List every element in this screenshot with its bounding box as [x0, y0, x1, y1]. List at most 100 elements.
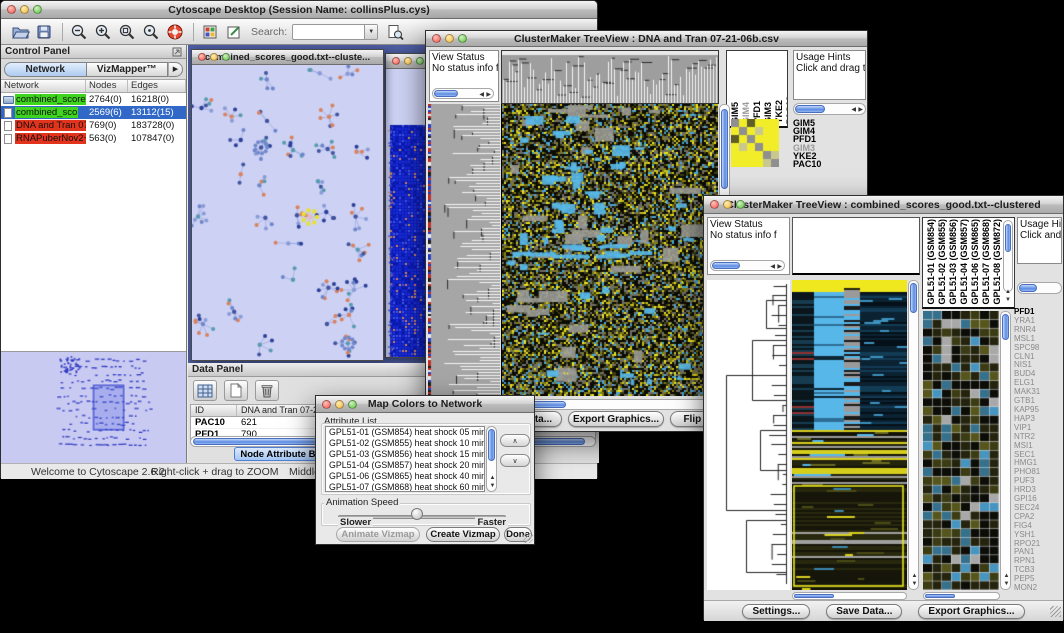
dialog-titlebar[interactable]: Map Colors to Network: [316, 396, 534, 413]
array-label[interactable]: GPL51-04 (GSM857): [959, 219, 969, 305]
arrow-down-icon[interactable]: ▼: [912, 581, 918, 587]
close-icon[interactable]: [392, 57, 400, 65]
close-icon[interactable]: [432, 34, 441, 43]
similarity-matrix-canvas[interactable]: [731, 119, 779, 167]
network1-titlebar[interactable]: combined_scores_good.txt--cluste...: [192, 50, 383, 65]
array-label[interactable]: GPL51-07 (GSM868): [981, 219, 991, 305]
attribute-item[interactable]: GPL51-07 (GSM868) heat shock 60 min: [326, 482, 484, 492]
delete-attribute-button[interactable]: [255, 380, 279, 401]
network-row[interactable]: RNAPuberNov2+| 563(0) 107847(0): [1, 132, 186, 145]
zoom-window-icon[interactable]: [33, 5, 42, 14]
column-gene-label[interactable]: PAC10: [785, 96, 789, 124]
minimize-icon[interactable]: [445, 34, 454, 43]
network-clusters-canvas[interactable]: [192, 65, 383, 360]
matrix-gene-label[interactable]: PAC10: [793, 160, 821, 168]
animate-vizmap-button[interactable]: Animate Vizmap: [336, 527, 420, 542]
heatmap-hscrollbar[interactable]: [792, 592, 907, 600]
array-label[interactable]: GPL51-01 (GSM854): [926, 219, 936, 305]
export-graphics-button[interactable]: Export Graphics...: [568, 411, 664, 427]
usage-hints-scrollbar[interactable]: [1017, 282, 1062, 294]
select-attributes-button[interactable]: [193, 380, 217, 401]
column-header-id[interactable]: ID: [191, 405, 237, 416]
traffic-lights[interactable]: [7, 5, 42, 14]
main-titlebar[interactable]: Cytoscape Desktop (Session Name: collins…: [1, 1, 597, 19]
search-input[interactable]: ▼: [292, 24, 378, 40]
help-button[interactable]: [164, 21, 186, 43]
zoom-in-button[interactable]: [92, 21, 114, 43]
network-row[interactable]: combined_sco 2569(6) 13112(15): [1, 106, 186, 119]
row-dendrogram[interactable]: [428, 104, 500, 396]
panel-tab[interactable]: VizMapper™: [86, 62, 169, 77]
resize-grip[interactable]: [1050, 606, 1061, 617]
usage-hints-scrollbar[interactable]: ◀▶: [793, 103, 866, 115]
zoom-out-button[interactable]: [68, 21, 90, 43]
detail-heatmap-canvas[interactable]: [923, 311, 999, 590]
array-label[interactable]: GPL51-08 (GSM872): [992, 219, 1002, 305]
attribute-item[interactable]: GPL51-06 (GSM865) heat shock 40 min: [326, 471, 484, 482]
arrow-up-icon[interactable]: ▲: [1005, 289, 1011, 295]
arrow-left-icon[interactable]: ◀: [851, 107, 856, 113]
view-status-scrollbar[interactable]: ◀▶: [710, 260, 785, 271]
detail-vscrollbar[interactable]: ▲▼: [1000, 311, 1011, 590]
detail-hscrollbar[interactable]: [923, 592, 1000, 600]
arrow-left-icon[interactable]: ◀: [770, 264, 775, 270]
network-table-header[interactable]: Network Nodes Edges: [1, 80, 186, 93]
heatmap-canvas[interactable]: [792, 280, 907, 590]
zoom-window-icon[interactable]: [222, 53, 230, 61]
arrow-left-icon[interactable]: ◀: [479, 92, 484, 98]
minimize-icon[interactable]: [404, 57, 412, 65]
row-dendrogram[interactable]: [707, 280, 790, 590]
attribute-item[interactable]: GPL51-02 (GSM855) heat shock 10 min: [326, 438, 484, 449]
zoom-fit-button[interactable]: [140, 21, 162, 43]
attribute-item[interactable]: GPL51-03 (GSM856) heat shock 15 min: [326, 449, 484, 460]
move-down-button[interactable]: ∨: [500, 454, 530, 467]
treeview2-titlebar[interactable]: ClusterMaker TreeView : combined_scores_…: [704, 196, 1063, 214]
network-view-window-1[interactable]: combined_scores_good.txt--cluste...: [191, 49, 384, 361]
zoom-selected-button[interactable]: [116, 21, 138, 43]
arrow-up-icon[interactable]: ▲: [1004, 573, 1010, 579]
vizmap-button[interactable]: [199, 21, 221, 43]
annotation-button[interactable]: [223, 21, 245, 43]
arrow-right-icon[interactable]: ▶: [777, 264, 782, 270]
treeview2-action-button[interactable]: Settings...: [742, 604, 810, 619]
column-header-nodes[interactable]: Nodes: [86, 80, 128, 92]
arrow-down-icon[interactable]: ▼: [1004, 581, 1010, 587]
close-icon[interactable]: [322, 400, 331, 409]
new-attribute-button[interactable]: [224, 380, 248, 401]
zoom-window-icon[interactable]: [736, 200, 745, 209]
save-session-button[interactable]: [33, 21, 55, 43]
treeview1-titlebar[interactable]: ClusterMaker TreeView : DNA and Tran 07-…: [426, 31, 867, 47]
zoom-window-icon[interactable]: [348, 400, 357, 409]
gene-label[interactable]: MON2: [1014, 584, 1064, 592]
close-icon[interactable]: [198, 53, 206, 61]
minimize-icon[interactable]: [335, 400, 344, 409]
view-status-scrollbar[interactable]: ◀▶: [432, 88, 494, 99]
slider-thumb[interactable]: [411, 508, 423, 520]
heatmap-canvas[interactable]: [501, 104, 718, 396]
move-up-button[interactable]: ∧: [500, 434, 530, 447]
array-label[interactable]: GPL51-02 (GSM855): [937, 219, 947, 305]
advanced-search-button[interactable]: [384, 21, 406, 43]
tab-overflow-button[interactable]: ▶: [168, 62, 183, 77]
array-label[interactable]: GPL51-06 (GSM865): [970, 219, 980, 305]
create-vizmap-button[interactable]: Create Vizmap: [426, 527, 500, 542]
attribute-item[interactable]: GPL51-01 (GSM854) heat shock 05 min: [326, 427, 484, 438]
treeview2-action-button[interactable]: Save Data...: [826, 604, 902, 619]
minimize-icon[interactable]: [723, 200, 732, 209]
column-header-edges[interactable]: Edges: [128, 80, 186, 92]
close-icon[interactable]: [710, 200, 719, 209]
attribute-item[interactable]: GPL51-04 (GSM857) heat shock 20 min: [326, 460, 484, 471]
arrow-down-icon[interactable]: ▼: [490, 483, 496, 489]
minimize-icon[interactable]: [20, 5, 29, 14]
open-session-button[interactable]: [9, 21, 31, 43]
arrow-right-icon[interactable]: ▶: [858, 107, 863, 113]
done-button[interactable]: Done: [504, 527, 532, 542]
minimize-icon[interactable]: [210, 53, 218, 61]
labels-vscrollbar[interactable]: [1003, 220, 1013, 292]
zoom-window-icon[interactable]: [458, 34, 467, 43]
arrow-up-icon[interactable]: ▲: [912, 573, 918, 579]
network-row[interactable]: combined_scores_ 2764(0) 16218(0): [1, 93, 186, 106]
close-icon[interactable]: [7, 5, 16, 14]
network-overview-thumbnail[interactable]: [1, 351, 186, 463]
zoom-window-icon[interactable]: [416, 57, 424, 65]
